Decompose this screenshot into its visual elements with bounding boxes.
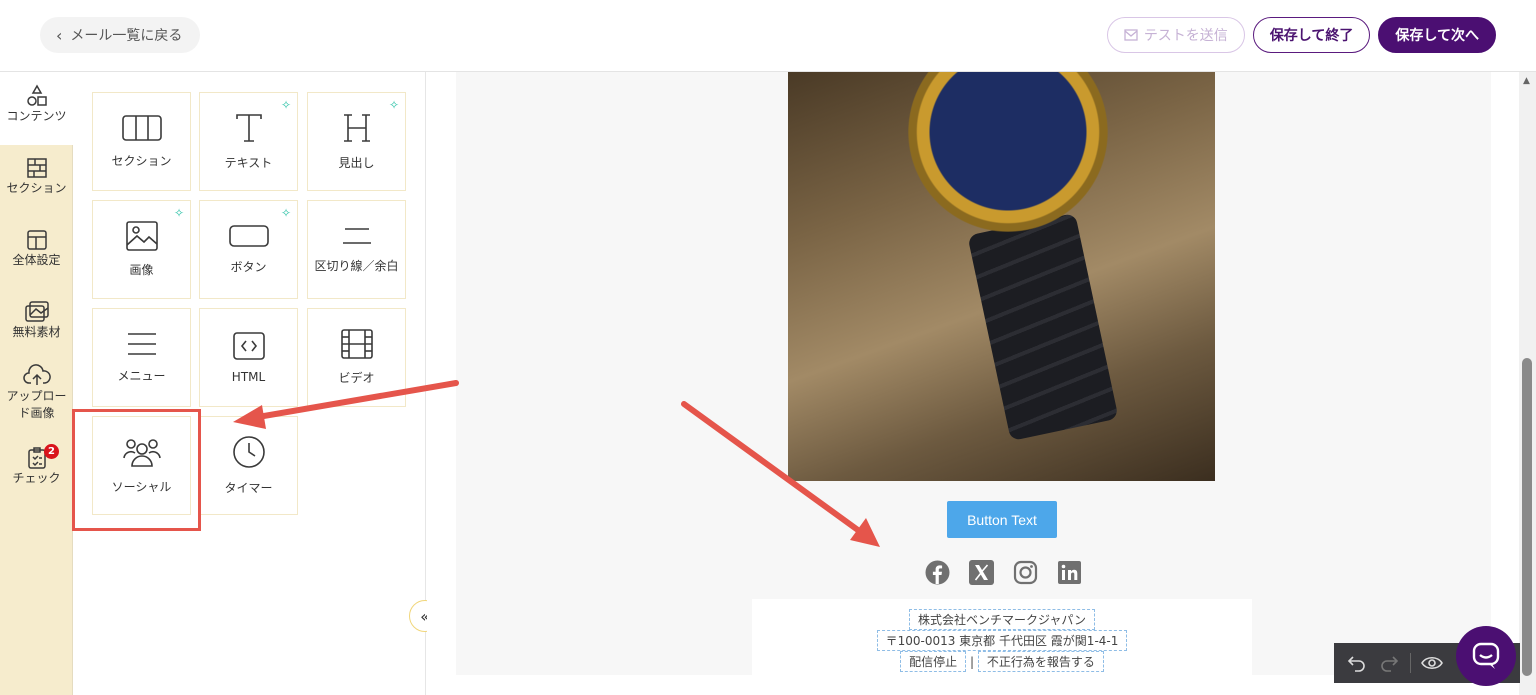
nav-item-global-settings[interactable]: 全体設定 xyxy=(0,228,73,269)
send-test-button[interactable]: テストを送信 xyxy=(1106,17,1245,53)
block-timer[interactable]: タイマー xyxy=(199,416,298,515)
nav-item-sections[interactable]: セクション xyxy=(0,156,73,197)
block-html-label: HTML xyxy=(231,369,266,384)
report-abuse-link[interactable]: 不正行為を報告する xyxy=(977,651,1104,672)
content-blocks-panel: セクション ✧ テキスト ✧ 見出し ✧ 画像 ✧ ボタン 区切り線／余白 メニ… xyxy=(73,72,426,695)
ai-sparkle-icon: ✧ xyxy=(280,206,291,220)
bricks-icon xyxy=(26,158,47,178)
menu-icon xyxy=(127,333,156,355)
nav-label-free-assets: 無料素材 xyxy=(12,325,61,339)
ai-sparkle-icon: ✧ xyxy=(280,98,291,112)
nav-label-sections: セクション xyxy=(6,181,67,195)
nav-label-upload-line1: アップロー xyxy=(6,389,67,403)
heading-h-icon xyxy=(343,114,370,142)
divider-icon xyxy=(342,228,371,244)
watch-case-shape xyxy=(908,72,1108,232)
left-nav: コンテンツ セクション 全体設定 無料素材 アップロー ド画像 2 チェック xyxy=(0,72,73,695)
block-image[interactable]: ✧ 画像 xyxy=(92,200,191,299)
redo-icon[interactable] xyxy=(1378,652,1400,674)
save-and-exit-button[interactable]: 保存して終了 xyxy=(1252,17,1371,53)
cloud-upload-icon xyxy=(22,364,51,385)
block-menu[interactable]: メニュー xyxy=(92,308,191,407)
block-heading-label: 見出し xyxy=(338,156,375,170)
watch-photo[interactable] xyxy=(788,72,1215,481)
block-button-label: ボタン xyxy=(230,260,267,274)
social-block-highlight-box xyxy=(72,409,201,531)
nav-label-global-settings: 全体設定 xyxy=(12,253,61,267)
footer-address[interactable]: 〒100-0013 東京都 千代田区 霞が関1-4-1 xyxy=(876,630,1128,651)
email-canvas: Button Text 株式会社ベンチマークジャパン 〒100-0013 東京都… xyxy=(427,72,1536,695)
shapes-icon xyxy=(26,84,47,106)
ai-sparkle-icon: ✧ xyxy=(388,98,399,112)
images-icon xyxy=(24,301,49,322)
nav-item-free-assets[interactable]: 無料素材 xyxy=(0,300,73,341)
header-actions: テストを送信 保存して終了 保存して次へ xyxy=(1106,17,1496,53)
block-text[interactable]: ✧ テキスト xyxy=(199,92,298,191)
block-heading[interactable]: ✧ 見出し xyxy=(307,92,406,191)
layout-icon xyxy=(26,230,47,250)
instagram-icon[interactable] xyxy=(1013,560,1038,585)
mail-icon xyxy=(1124,29,1138,41)
unsubscribe-link[interactable]: 配信停止 xyxy=(900,651,967,672)
code-icon xyxy=(232,331,265,360)
footer-separator: | xyxy=(969,655,975,669)
chevron-left-icon: ‹ xyxy=(56,25,63,45)
top-bar: ‹ メール一覧に戻る テストを送信 保存して終了 保存して次へ xyxy=(0,0,1536,72)
film-icon xyxy=(340,329,373,359)
chat-bubble-icon xyxy=(1472,642,1500,669)
block-image-label: 画像 xyxy=(129,263,154,277)
text-t-icon xyxy=(235,114,262,142)
back-to-mail-list-button[interactable]: ‹ メール一覧に戻る xyxy=(40,17,201,53)
columns-icon xyxy=(121,115,162,141)
block-divider-spacer[interactable]: 区切り線／余白 xyxy=(307,200,406,299)
x-icon[interactable] xyxy=(969,560,994,585)
back-label: メール一覧に戻る xyxy=(70,28,183,44)
block-text-label: テキスト xyxy=(224,156,273,170)
image-icon xyxy=(125,221,158,251)
scrollbar-thumb[interactable] xyxy=(1522,358,1532,676)
block-html[interactable]: HTML xyxy=(199,308,298,407)
send-test-label: テストを送信 xyxy=(1143,28,1228,44)
email-footer: 株式会社ベンチマークジャパン 〒100-0013 東京都 千代田区 霞が関1-4… xyxy=(752,599,1252,675)
block-divider-label: 区切り線／余白 xyxy=(314,259,399,273)
check-count-badge: 2 xyxy=(44,444,59,459)
nav-label-upload-line2: ド画像 xyxy=(18,406,55,420)
clock-icon xyxy=(232,436,265,468)
block-button[interactable]: ✧ ボタン xyxy=(199,200,298,299)
block-menu-label: メニュー xyxy=(117,369,166,383)
nav-label-check: チェック xyxy=(12,471,61,485)
social-icons-row xyxy=(925,560,1082,585)
linkedin-icon[interactable] xyxy=(1057,560,1082,585)
nav-item-contents[interactable]: コンテンツ xyxy=(0,72,73,145)
button-icon xyxy=(228,225,269,247)
email-cta-button[interactable]: Button Text xyxy=(947,501,1057,538)
nav-label-contents: コンテンツ xyxy=(6,109,67,123)
block-timer-label: タイマー xyxy=(224,481,273,495)
facebook-icon[interactable] xyxy=(925,560,950,585)
undo-icon[interactable] xyxy=(1346,652,1368,674)
preview-eye-icon[interactable] xyxy=(1421,652,1443,674)
block-video-label: ビデオ xyxy=(338,371,375,385)
block-section[interactable]: セクション xyxy=(92,92,191,191)
block-video[interactable]: ビデオ xyxy=(307,308,406,407)
scroll-up-arrow-icon[interactable]: ▲ xyxy=(1523,76,1530,86)
footer-company[interactable]: 株式会社ベンチマークジャパン xyxy=(908,609,1095,630)
watch-strap-shape xyxy=(967,212,1119,442)
ai-sparkle-icon: ✧ xyxy=(173,206,184,220)
email-body: Button Text 株式会社ベンチマークジャパン 〒100-0013 東京都… xyxy=(456,72,1491,675)
nav-item-uploaded-images[interactable]: アップロー ド画像 xyxy=(0,364,73,422)
toolbar-divider xyxy=(1410,653,1411,673)
block-section-label: セクション xyxy=(111,154,172,168)
save-and-next-button[interactable]: 保存して次へ xyxy=(1378,17,1496,53)
nav-item-check[interactable]: 2 チェック xyxy=(0,444,73,487)
chat-support-button[interactable] xyxy=(1456,626,1516,686)
